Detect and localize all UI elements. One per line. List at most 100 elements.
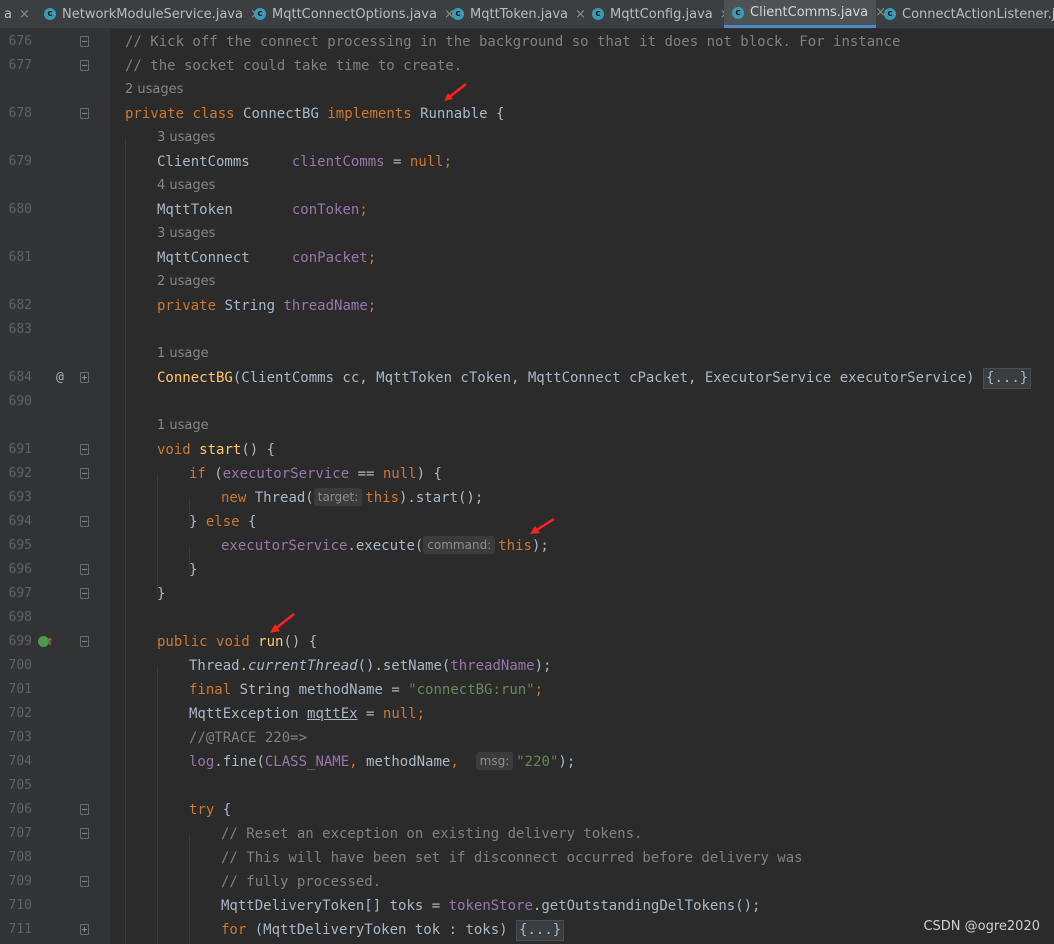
code-line[interactable]: 692 if (executorService == null) { xyxy=(0,462,1054,486)
tab-label: MqttConfig.java xyxy=(610,6,713,22)
annotation-icon[interactable]: @ xyxy=(56,366,64,390)
line-number: 708 xyxy=(8,850,32,865)
code-line[interactable]: 677 // the socket could take time to cre… xyxy=(0,54,1054,78)
code-line[interactable]: 697 } xyxy=(0,582,1054,606)
code-line[interactable]: 690 xyxy=(0,390,1054,414)
editor-tab-bar: a × c NetworkModuleService.java × c Mqtt… xyxy=(0,0,1054,29)
tab-mqtt-config[interactable]: c MqttConfig.java × xyxy=(584,0,731,28)
line-number: 706 xyxy=(8,802,32,817)
code-line[interactable]: 680 MqttToken conToken; xyxy=(0,198,1054,222)
code-text: executorService.execute(command: this); xyxy=(221,536,549,554)
fold-toggle-icon[interactable] xyxy=(80,468,89,479)
code-comment: // fully processed. xyxy=(221,874,382,890)
tab-network-module-service[interactable]: c NetworkModuleService.java × xyxy=(36,0,261,28)
code-line[interactable]: 684 @ ConnectBG(ClientComms cc, MqttToke… xyxy=(0,366,1054,390)
line-number: 698 xyxy=(8,610,32,625)
class-icon: c xyxy=(254,8,266,20)
line-number: 683 xyxy=(8,322,32,337)
line-number: 692 xyxy=(8,466,32,481)
code-line[interactable]: 710 MqttDeliveryToken[] toks = tokenStor… xyxy=(0,894,1054,918)
usage-hint-row: 2 usages xyxy=(0,270,1054,294)
class-icon: c xyxy=(44,8,56,20)
line-number: 701 xyxy=(8,682,32,697)
code-line[interactable]: 700 Thread.currentThread().setName(threa… xyxy=(0,654,1054,678)
code-line[interactable]: 683 xyxy=(0,318,1054,342)
code-line[interactable]: 681 MqttConnect conPacket; xyxy=(0,246,1054,270)
line-number: 697 xyxy=(8,586,32,601)
code-line[interactable]: 699 ↑ public void run() { xyxy=(0,630,1054,654)
usages-link[interactable]: 4 usages xyxy=(157,174,215,198)
line-number: 678 xyxy=(8,106,32,121)
code-line[interactable]: 696 } xyxy=(0,558,1054,582)
line-number: 700 xyxy=(8,658,32,673)
code-text: void start() { xyxy=(157,442,276,458)
fold-toggle-icon[interactable] xyxy=(80,108,89,119)
code-text: final String methodName = "connectBG:run… xyxy=(189,682,544,698)
code-line[interactable]: 707 // Reset an exception on existing de… xyxy=(0,822,1054,846)
code-line[interactable]: 691 void start() { xyxy=(0,438,1054,462)
fold-expand-icon[interactable] xyxy=(80,924,89,935)
code-line[interactable]: 708 // This will have been set if discon… xyxy=(0,846,1054,870)
tab-client-comms[interactable]: c ClientComms.java × xyxy=(724,0,886,28)
code-line[interactable]: 694 } else { xyxy=(0,510,1054,534)
code-line[interactable]: 703 //@TRACE 220=> xyxy=(0,726,1054,750)
fold-toggle-icon[interactable] xyxy=(80,804,89,815)
code-line[interactable]: 676 // Kick off the connect processing i… xyxy=(0,30,1054,54)
tab-mqtt-connect-options[interactable]: c MqttConnectOptions.java × xyxy=(246,0,455,28)
usages-link[interactable]: 1 usage xyxy=(157,342,209,366)
line-number: 693 xyxy=(8,490,32,505)
fold-toggle-icon[interactable] xyxy=(80,588,89,599)
code-line[interactable]: 698 xyxy=(0,606,1054,630)
fold-toggle-icon[interactable] xyxy=(80,564,89,575)
line-number: 704 xyxy=(8,754,32,769)
usages-link[interactable]: 3 usages xyxy=(157,222,215,246)
code-line[interactable]: 693 new Thread(target: this).start(); xyxy=(0,486,1054,510)
tab-connect-action-listener[interactable]: c ConnectActionListener.java xyxy=(876,0,1054,28)
fold-toggle-icon[interactable] xyxy=(80,60,89,71)
usages-link[interactable]: 2 usages xyxy=(125,78,183,102)
code-line[interactable]: 682 private String threadName; xyxy=(0,294,1054,318)
parameter-hint: msg: xyxy=(475,752,514,770)
usages-link[interactable]: 3 usages xyxy=(157,126,215,150)
tab-label: MqttConnectOptions.java xyxy=(272,6,437,22)
close-icon[interactable]: × xyxy=(19,7,30,22)
usage-hint-row: 1 usage xyxy=(0,414,1054,438)
code-line[interactable]: 704 log.fine(CLASS_NAME, methodName, msg… xyxy=(0,750,1054,774)
code-line[interactable]: 702 MqttException mqttEx = null; xyxy=(0,702,1054,726)
code-line[interactable]: 701 final String methodName = "connectBG… xyxy=(0,678,1054,702)
class-icon: c xyxy=(732,6,744,19)
fold-toggle-icon[interactable] xyxy=(80,876,89,887)
watermark: CSDN @ogre2020 xyxy=(923,919,1040,934)
code-text: log.fine(CLASS_NAME, methodName, msg: "22… xyxy=(189,752,576,770)
code-line[interactable]: 711 for (MqttDeliveryToken tok : toks) {… xyxy=(0,918,1054,942)
code-line[interactable]: 706 try { xyxy=(0,798,1054,822)
code-line[interactable]: 678 private class ConnectBG implements R… xyxy=(0,102,1054,126)
code-line[interactable]: 705 xyxy=(0,774,1054,798)
annotation-arrow-icon xyxy=(270,613,295,633)
fold-toggle-icon[interactable] xyxy=(80,516,89,527)
code-text: private class ConnectBG implements Runna… xyxy=(125,106,505,122)
code-comment: // Kick off the connect processing in th… xyxy=(125,34,901,50)
folded-code-block[interactable]: {...} xyxy=(983,368,1032,389)
tab-truncated[interactable]: a × xyxy=(0,0,36,28)
fold-toggle-icon[interactable] xyxy=(80,444,89,455)
fold-toggle-icon[interactable] xyxy=(80,36,89,47)
usages-link[interactable]: 1 usage xyxy=(157,414,209,438)
fold-expand-icon[interactable] xyxy=(80,372,89,383)
code-line[interactable]: 709 // fully processed. xyxy=(0,870,1054,894)
line-number: 705 xyxy=(8,778,32,793)
usages-link[interactable]: 2 usages xyxy=(157,270,215,294)
code-line[interactable]: 679 ClientComms clientComms = null; xyxy=(0,150,1054,174)
fold-toggle-icon[interactable] xyxy=(80,636,89,647)
fold-toggle-icon[interactable] xyxy=(80,828,89,839)
tab-mqtt-token[interactable]: c MqttToken.java × xyxy=(444,0,586,28)
code-line[interactable]: 695 executorService.execute(command: this… xyxy=(0,534,1054,558)
annotation-arrow-icon xyxy=(444,83,467,101)
tab-label: ClientComms.java xyxy=(750,5,869,20)
line-number: 677 xyxy=(8,58,32,73)
line-number: 690 xyxy=(8,394,32,409)
line-number: 709 xyxy=(8,874,32,889)
line-number: 684 xyxy=(8,370,32,385)
folded-code-block[interactable]: {...} xyxy=(516,920,565,941)
override-arrow-icon[interactable]: ↑ xyxy=(46,630,54,654)
